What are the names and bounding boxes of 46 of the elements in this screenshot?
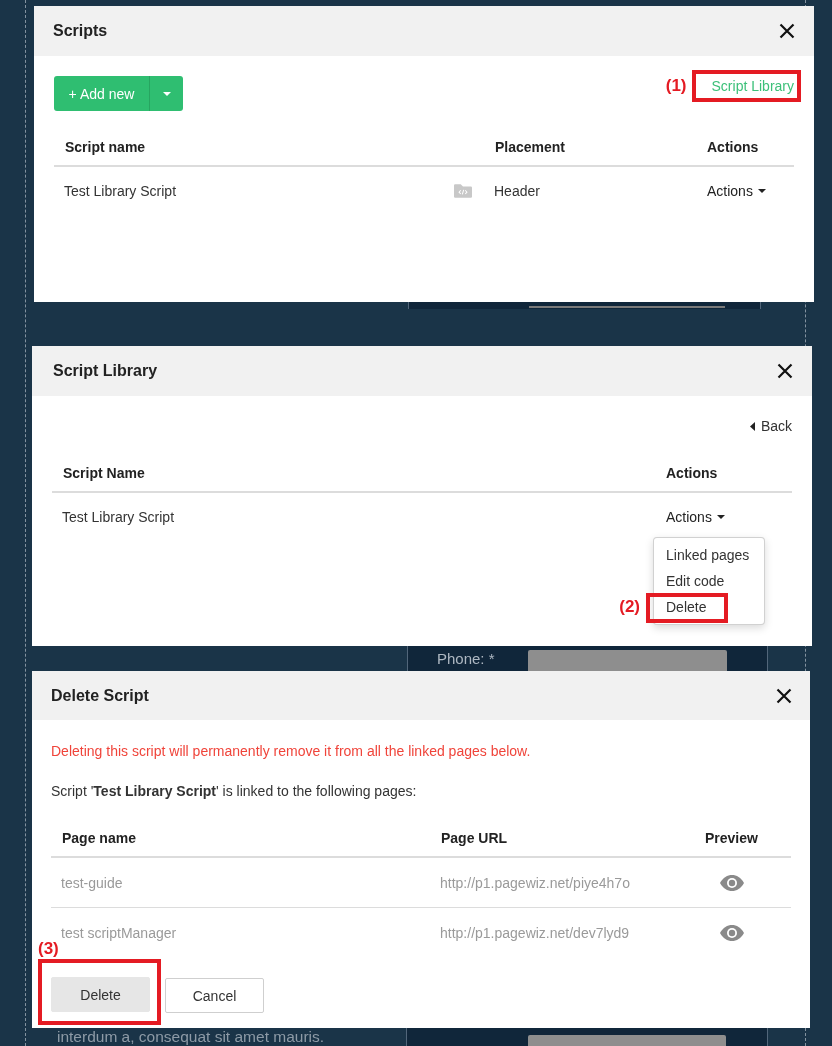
page-name-cell-text: test-guide xyxy=(61,873,123,893)
eye-icon[interactable] xyxy=(720,924,744,941)
actions-dropdown[interactable]: Actions xyxy=(666,507,725,527)
step-label: (3) xyxy=(38,940,59,958)
page-name-cell-text: test scriptManager xyxy=(61,923,177,943)
warning-text: Deleting this script will permanently remove it from all the linked pages below. xyxy=(51,742,532,761)
placement-cell-text: Header xyxy=(494,182,540,201)
menu-item[interactable]: Delete xyxy=(654,594,764,620)
page-url-cell-text: http://p1.pagewiz.net/piye4h7o xyxy=(440,873,630,893)
close-button[interactable] xyxy=(779,23,795,39)
script-name: Test Library Script xyxy=(64,182,177,201)
form-label: Phone: * xyxy=(437,652,495,666)
close-icon xyxy=(777,363,793,379)
page-url-cell-text: http://p1.pagewiz.net/dev7lyd9 xyxy=(440,923,630,943)
dialog-title: Script Library xyxy=(53,361,158,381)
caret-icon xyxy=(162,91,171,96)
dialog-title: Delete Script xyxy=(51,685,149,706)
eye-icon[interactable] xyxy=(720,874,744,891)
dialog-title: Scripts xyxy=(53,21,108,41)
page-paragraph: interdum a, consequat sit amet mauris. xyxy=(57,1029,325,1045)
column-header: Page name xyxy=(62,830,136,846)
menu-item[interactable]: Edit code xyxy=(654,568,764,594)
close-button[interactable] xyxy=(777,363,793,379)
caret-icon xyxy=(757,189,766,193)
column-header: Script Name xyxy=(63,465,145,481)
column-header: Actions xyxy=(666,465,718,481)
linked-pages-message: Script 'Test Library Script' is linked to the following pages: xyxy=(51,782,418,801)
close-button[interactable] xyxy=(776,687,792,704)
column-header: Placement xyxy=(495,139,566,155)
menu-item[interactable]: Linked pages xyxy=(654,542,764,568)
caret-icon xyxy=(716,515,725,519)
cancel-button[interactable]: Cancel xyxy=(165,978,264,1013)
back-link[interactable]: Back xyxy=(749,418,792,434)
column-header: Actions xyxy=(707,139,759,155)
step-label: (1) xyxy=(665,76,687,96)
column-header: Page URL xyxy=(441,830,508,846)
close-icon xyxy=(779,23,795,39)
actions-dropdown[interactable]: Actions xyxy=(707,181,766,201)
caret-left-icon xyxy=(749,421,755,431)
column-header: Script name xyxy=(65,139,146,155)
code-folder-icon xyxy=(454,184,472,198)
column-header: Preview xyxy=(705,830,758,846)
delete-button[interactable]: Delete xyxy=(51,977,150,1012)
step-label: (2) xyxy=(619,597,640,617)
close-icon xyxy=(776,687,792,704)
script-name: Test Library Script xyxy=(62,508,175,527)
